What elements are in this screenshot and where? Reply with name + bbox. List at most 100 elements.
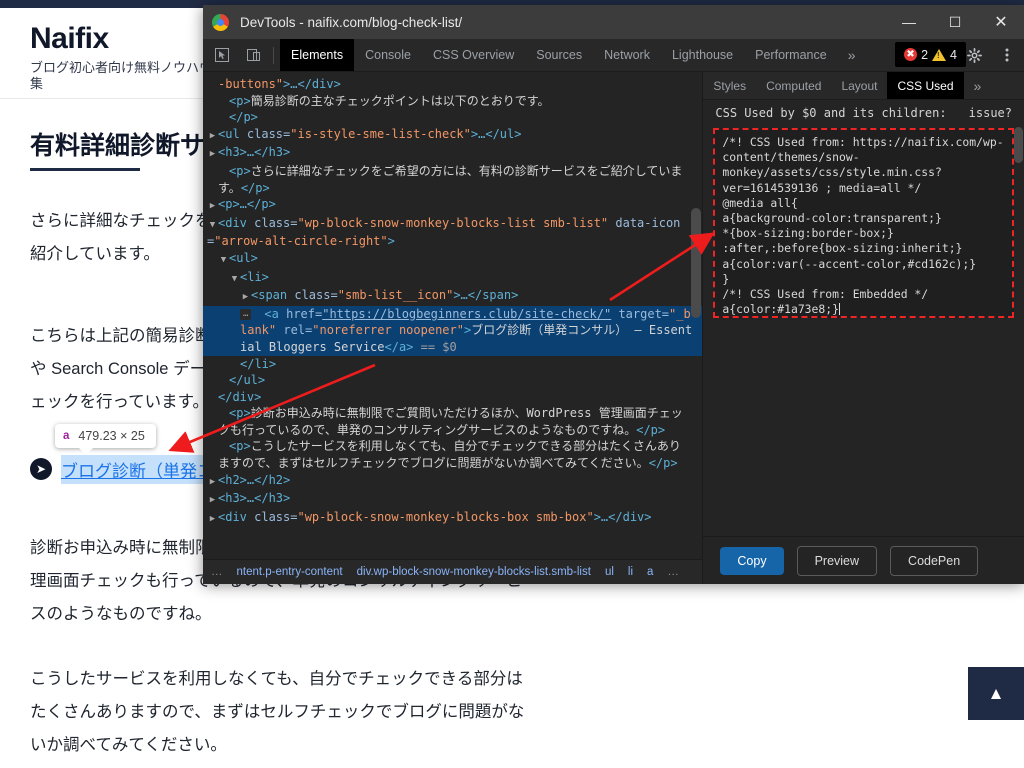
kebab-menu-icon[interactable] bbox=[993, 42, 1020, 68]
dom-token-dollar: == $0 bbox=[413, 339, 457, 354]
dom-node[interactable]: ▶ <div class="wp-block-snow-monkey-blocks… bbox=[203, 509, 702, 528]
dom-node-selected[interactable]: … <a href="https://blogbeginners.club/sit… bbox=[203, 305, 703, 356]
copy-button[interactable]: Copy bbox=[720, 546, 784, 575]
disclosure-triangle-icon[interactable]: ▼ bbox=[207, 217, 218, 234]
dom-node[interactable]: <p>簡易診断の主なチェックポイントは以下のとおりです。 bbox=[203, 93, 702, 110]
css-used-actions: Copy Preview CodePen bbox=[703, 536, 1024, 584]
disclosure-triangle-icon[interactable]: ▶ bbox=[207, 511, 218, 528]
dom-scrollbar[interactable] bbox=[691, 208, 702, 318]
tab-css-overview[interactable]: CSS Overview bbox=[422, 39, 525, 71]
chevron-double-right-icon[interactable]: » bbox=[838, 47, 866, 63]
disclosure-triangle-icon[interactable]: ▶ bbox=[207, 128, 218, 145]
issue-link[interactable]: issue? bbox=[969, 106, 1012, 120]
breadcrumb-item[interactable]: a bbox=[647, 564, 653, 581]
dom-node[interactable]: ▼ <li> bbox=[203, 269, 702, 288]
dom-token-tag: <div bbox=[218, 509, 255, 524]
tab-css-used[interactable]: CSS Used bbox=[887, 72, 964, 99]
paragraph-4: こうしたサービスを利用しなくても、自分でチェックできる部分は たくさんありますの… bbox=[30, 663, 524, 762]
tab-network[interactable]: Network bbox=[593, 39, 661, 71]
breadcrumb[interactable]: … ntent.p-entry-content div.wp-block-snow-… bbox=[203, 559, 703, 584]
site-title[interactable]: Naifix bbox=[30, 22, 109, 56]
dom-token-tag: <p> bbox=[229, 439, 251, 454]
minimize-button[interactable]: — bbox=[886, 5, 932, 39]
dom-node[interactable]: <p>こうしたサービスを利用しなくても、自分でチェックできる部分はたくさんありま… bbox=[203, 438, 702, 471]
dom-token-tag: </p> bbox=[240, 180, 270, 195]
inspector-size-tooltip: a 479.23 × 25 bbox=[55, 424, 156, 455]
maximize-button[interactable]: ☐ bbox=[932, 5, 978, 39]
dom-token-attr: rel= bbox=[276, 323, 313, 338]
gear-icon[interactable] bbox=[961, 42, 988, 68]
tab-performance[interactable]: Performance bbox=[744, 39, 838, 71]
dom-node[interactable]: ▶ <ul class="is-style-sme-list-check">…</… bbox=[203, 126, 702, 145]
tab-styles[interactable]: Styles bbox=[703, 72, 756, 99]
dom-node[interactable]: </p> bbox=[203, 109, 702, 126]
tab-sources[interactable]: Sources bbox=[525, 39, 593, 71]
devtools-body: -buttons">…</div> <p>簡易診断の主なチェックポイントは以下のと… bbox=[203, 72, 1024, 584]
dom-token-tag: <a bbox=[264, 306, 287, 321]
tab-elements[interactable]: Elements bbox=[280, 39, 355, 71]
sidebar-chevron-double-right-icon[interactable]: » bbox=[964, 78, 992, 94]
dom-token-lnk[interactable]: "https://blogbeginners.club/site-check/" bbox=[322, 307, 611, 321]
css-used-label: CSS Used by $0 and its children: bbox=[715, 106, 947, 120]
dom-node[interactable]: <p>診断お申込み時に無制限でご質問いただけるほか、WordPress 管理画面… bbox=[203, 405, 702, 438]
dom-node[interactable]: ▼ <div class="wp-block-snow-monkey-blocks… bbox=[203, 215, 702, 250]
preview-button[interactable]: Preview bbox=[796, 545, 878, 576]
dom-node[interactable]: ▶ <p>…</p> bbox=[203, 196, 702, 215]
breadcrumb-item[interactable]: li bbox=[628, 564, 633, 581]
dom-node[interactable]: ▶ <h2>…</h2> bbox=[203, 472, 702, 491]
device-toolbar-icon[interactable] bbox=[240, 42, 267, 68]
devtools-titlebar: DevTools - naifix.com/blog-check-list/ —… bbox=[203, 5, 1024, 39]
css-used-text: /*! CSS Used from: https://naifix.com/wp… bbox=[722, 135, 1004, 317]
window-title: DevTools - naifix.com/blog-check-list/ bbox=[240, 14, 463, 30]
error-counter[interactable]: ✖ 2 bbox=[904, 48, 928, 62]
error-icon: ✖ bbox=[904, 48, 918, 61]
inspect-cursor-icon[interactable] bbox=[208, 42, 235, 68]
dom-node[interactable]: <p>さらに詳細なチェックをご希望の方には、有料の診断サービスをご紹介しています… bbox=[203, 163, 702, 196]
warning-counter[interactable]: 4 bbox=[932, 48, 957, 62]
disclosure-triangle-icon[interactable]: ▶ bbox=[207, 198, 218, 215]
tab-layout[interactable]: Layout bbox=[831, 72, 887, 99]
paragraph-4-line-2: たくさんありますので、まずはセルフチェックでブログに問題がな bbox=[30, 703, 525, 721]
breadcrumb-item[interactable]: ul bbox=[605, 564, 614, 581]
dom-token-tag: >…</div> bbox=[593, 509, 652, 524]
dom-node[interactable]: ▼ <ul> bbox=[203, 250, 702, 269]
dom-node[interactable]: </ul> bbox=[203, 372, 702, 389]
disclosure-triangle-icon[interactable]: ▼ bbox=[218, 252, 229, 269]
disclosure-triangle-icon[interactable]: ▼ bbox=[229, 271, 240, 288]
site-tagline: ブログ初心者向け無料ノウハウ集 bbox=[30, 60, 213, 92]
disclosure-triangle-icon[interactable]: ▶ bbox=[207, 492, 218, 509]
sidebar-tabs: Styles Computed Layout CSS Used » bbox=[703, 72, 1024, 100]
close-button[interactable]: ✕ bbox=[978, 5, 1024, 39]
dom-token-tag: </p> bbox=[648, 456, 678, 471]
node-state-badge: … bbox=[240, 308, 252, 320]
tab-console[interactable]: Console bbox=[354, 39, 422, 71]
dom-token-val: "wp-block-snow-monkey-blocks-list smb-li… bbox=[297, 215, 609, 230]
sidebar-scrollbar[interactable] bbox=[1014, 127, 1023, 163]
css-used-output[interactable]: /*! CSS Used from: https://naifix.com/wp… bbox=[713, 128, 1014, 318]
dom-token-tag: </p> bbox=[229, 110, 258, 125]
tab-lighthouse[interactable]: Lighthouse bbox=[661, 39, 744, 71]
dom-node[interactable]: </div> bbox=[203, 389, 702, 406]
dom-node[interactable]: ▶ <h3>…</h3> bbox=[203, 144, 702, 163]
tab-computed[interactable]: Computed bbox=[756, 72, 831, 99]
dom-token-tag: >…</div> bbox=[283, 77, 341, 91]
dom-tree-panel[interactable]: -buttons">…</div> <p>簡易診断の主なチェックポイントは以下のと… bbox=[203, 72, 703, 584]
disclosure-triangle-icon[interactable]: ▶ bbox=[207, 146, 218, 163]
dom-node[interactable]: ▶ <h3>…</h3> bbox=[203, 490, 702, 509]
styles-sidebar: Styles Computed Layout CSS Used » CSS Us… bbox=[702, 72, 1024, 584]
dom-token-tag: <span bbox=[251, 288, 295, 303]
dom-token-attr: target= bbox=[611, 306, 670, 321]
dom-token-val: -buttons" bbox=[218, 77, 284, 91]
breadcrumb-item[interactable]: ntent.p-entry-content bbox=[237, 564, 343, 581]
dom-token-tag: <ul> bbox=[229, 250, 258, 265]
dom-node[interactable]: ▶ <span class="smb-list__icon">…</span> bbox=[203, 287, 702, 306]
dom-tree[interactable]: -buttons">…</div> <p>簡易診断の主なチェックポイントは以下のと… bbox=[203, 72, 703, 528]
disclosure-triangle-icon[interactable]: ▶ bbox=[207, 474, 218, 491]
scroll-to-top-button[interactable]: ▲ bbox=[968, 667, 1024, 720]
breadcrumb-item[interactable]: div.wp-block-snow-monkey-blocks-list.smb… bbox=[357, 564, 591, 581]
disclosure-triangle-icon[interactable]: ▶ bbox=[240, 289, 251, 306]
codepen-button[interactable]: CodePen bbox=[890, 545, 979, 576]
toolbar-right-actions bbox=[956, 39, 1020, 71]
dom-node[interactable]: -buttons">…</div> bbox=[203, 76, 702, 93]
dom-node[interactable]: </li> bbox=[203, 356, 702, 373]
